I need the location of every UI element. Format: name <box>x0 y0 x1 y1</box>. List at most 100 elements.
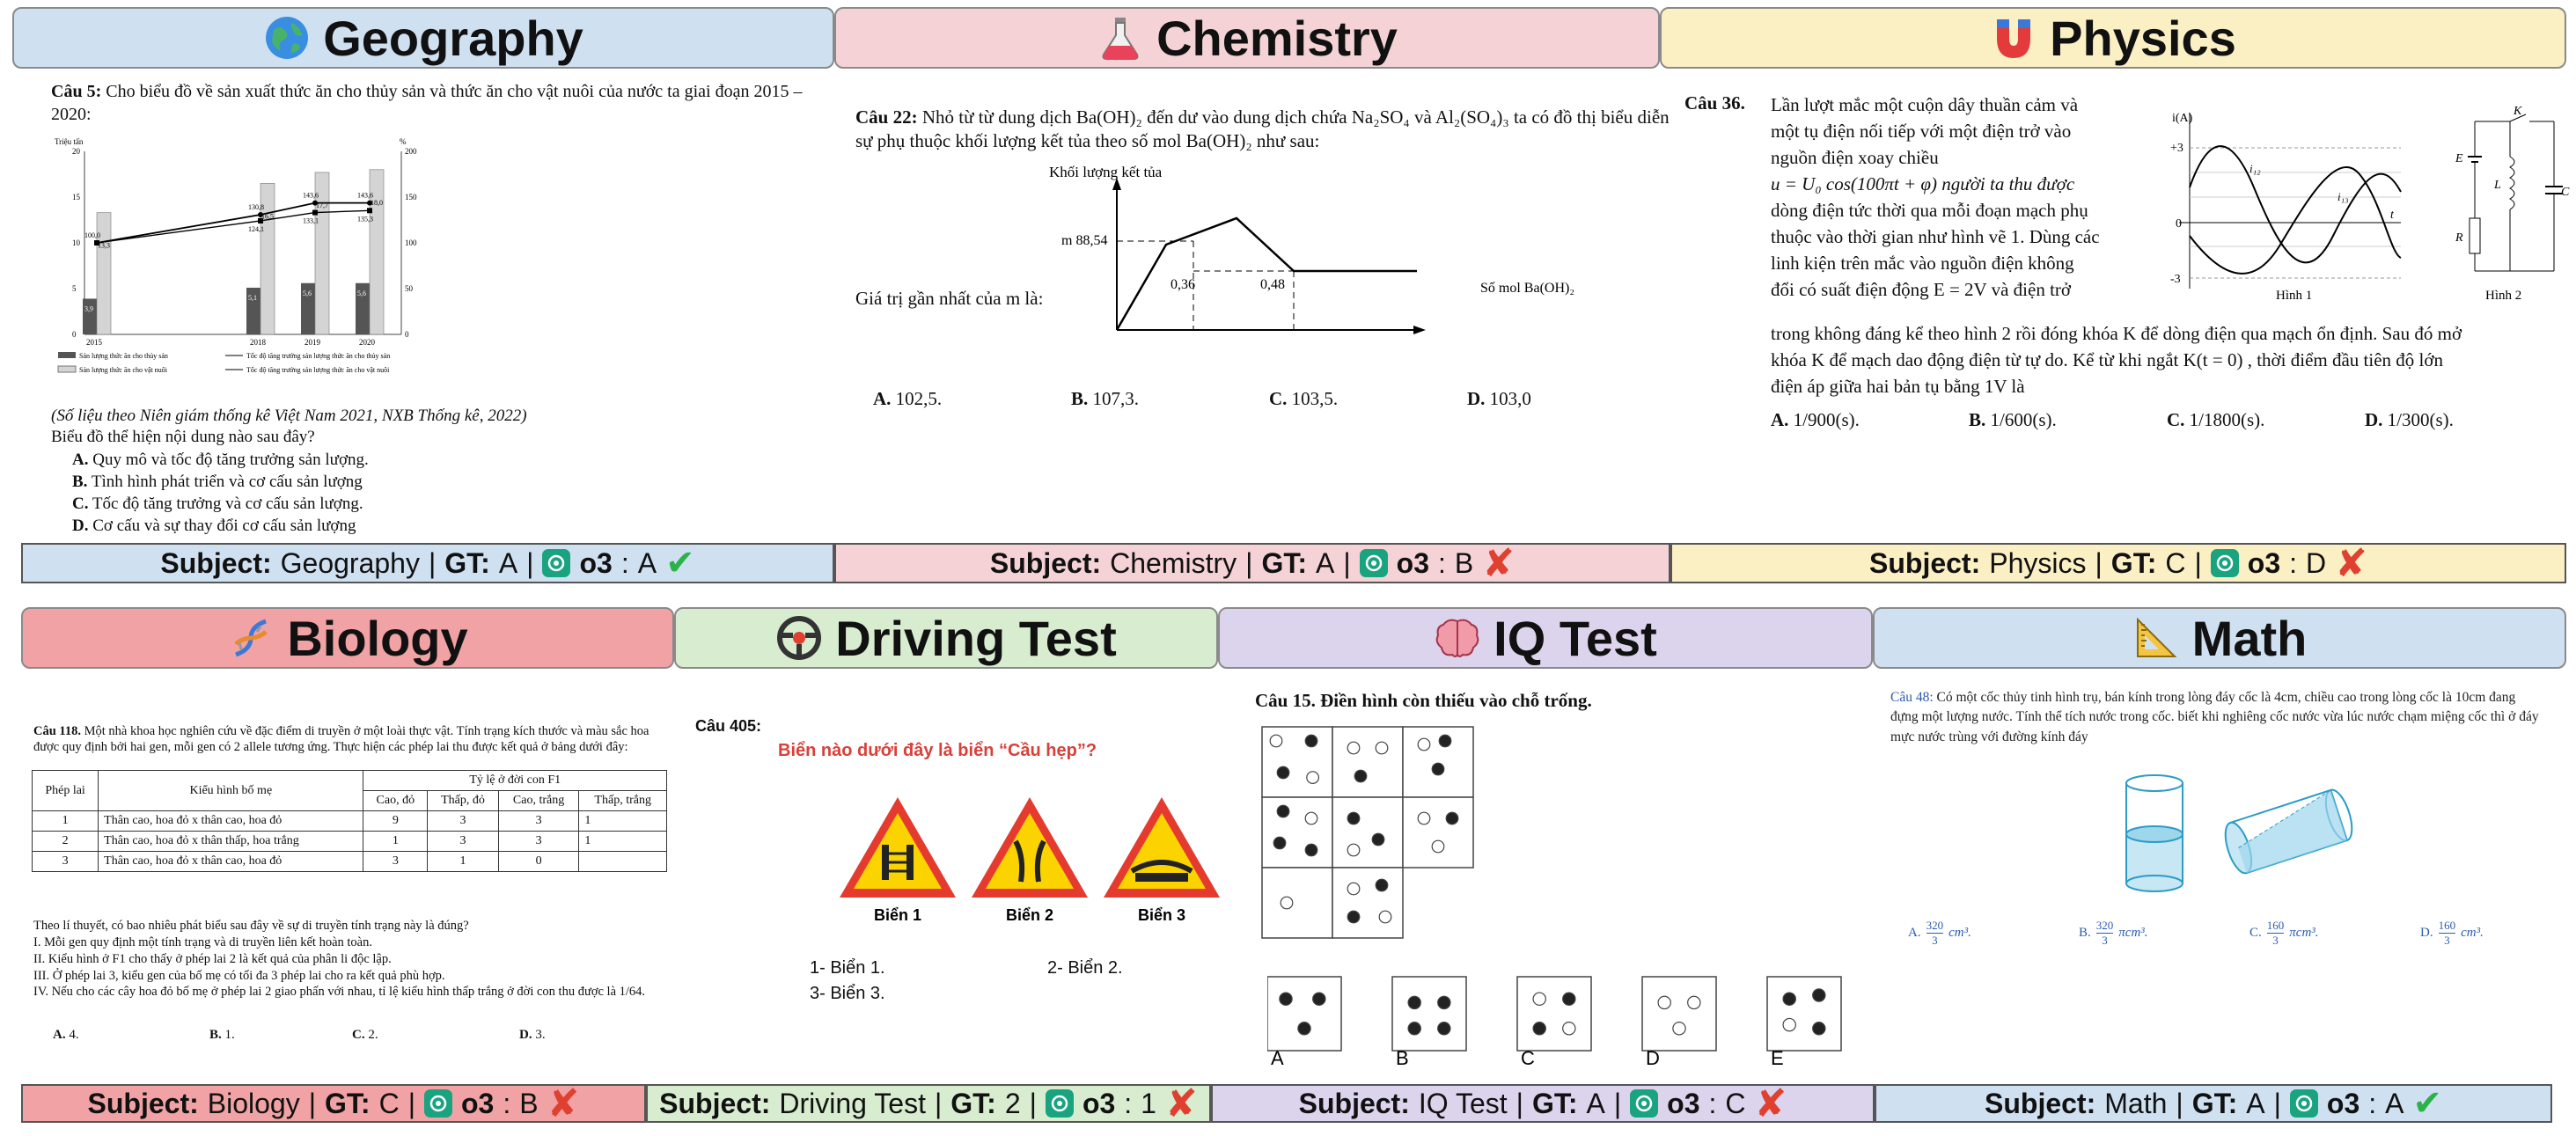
data-label: 133,1 <box>303 217 319 225</box>
iq-matrix <box>1261 726 1474 939</box>
chemistry-question: Câu 22: Nhỏ từ từ dung dịch Ba(OH)₂ đến … <box>855 106 1683 153</box>
dot <box>1304 734 1318 748</box>
dot <box>1407 1022 1421 1036</box>
question-stem: Cho biểu đồ về sản xuất thức ăn cho thủy… <box>51 82 803 124</box>
iq-header: IQ Test <box>1218 607 1873 669</box>
svg-text:Hình 2: Hình 2 <box>2485 289 2521 303</box>
data-label: 143,6 <box>357 192 373 200</box>
matrix-cell <box>1332 726 1404 798</box>
graph-ylabel: Khối lượng kết tủa <box>1049 164 1163 180</box>
dot <box>1304 811 1318 825</box>
option: 1- Biển 1. <box>810 958 885 978</box>
point <box>258 211 263 217</box>
triangle-ruler-icon <box>2136 617 2177 657</box>
chemistry-title: Chemistry <box>1156 10 1398 66</box>
dot <box>1437 1022 1451 1036</box>
biology-title: Biology <box>287 610 468 666</box>
dot <box>1297 1022 1311 1036</box>
openai-logo-icon <box>2289 1089 2318 1118</box>
svg-text:i₁₃: i₁₃ <box>2337 190 2349 203</box>
dot <box>1269 734 1283 748</box>
matrix-cell <box>1332 796 1404 868</box>
openai-logo-icon <box>424 1089 452 1118</box>
data-label: 124,1 <box>248 225 264 233</box>
physics-text-narrow: Lần lượt mắc một cuộn dây thuần cảm và m… <box>1771 94 2100 300</box>
dot <box>1782 1017 1796 1032</box>
math-figure <box>2125 774 2353 892</box>
iq-choices: A B C D E <box>1267 976 1842 1068</box>
iq-result-bar: Subject: IQ Test | GT: A | o3: C ✘ <box>1211 1081 1875 1125</box>
option: D. 103,0 <box>1467 388 1531 409</box>
dot <box>1407 995 1421 1010</box>
biology-statements: Theo lí thuyết, có bao nhiêu phát biểu s… <box>33 919 646 1000</box>
dot <box>1304 843 1318 857</box>
svg-text:0: 0 <box>2176 217 2182 231</box>
option: C. 103,5. <box>1269 388 1339 409</box>
data-label: 130,8 <box>248 203 264 211</box>
driving-result-bar: Subject: Driving Test | GT: 2 | o3: 1 ✘ <box>646 1082 1211 1125</box>
narrow-road-sign-icon: Biển 1 <box>840 797 956 924</box>
tick-label: 150 <box>405 193 417 202</box>
geography-prompt: Biểu đồ thể hiện nội dung nào sau đây? <box>51 428 315 446</box>
dot <box>1672 1022 1686 1036</box>
dot <box>1276 804 1290 818</box>
matrix-cell <box>1332 867 1404 939</box>
matrix-cell <box>1402 726 1474 798</box>
steering-wheel-icon <box>777 616 822 660</box>
checkmark-icon: ✔ <box>665 544 695 583</box>
dot <box>1347 910 1361 924</box>
svg-text:E: E <box>2455 152 2463 165</box>
dot <box>1312 992 1326 1006</box>
dot <box>1782 992 1796 1006</box>
dot <box>1438 734 1452 748</box>
option: A. 1/900(s). <box>1771 409 1860 430</box>
math-options: A. 320 3 cm³. B. 320 3 πcm³. C. 160 3 πcm³.… <box>1908 919 2559 948</box>
magnet-icon <box>1997 19 2031 58</box>
choice-cell <box>1641 976 1717 1052</box>
chemistry-result-bar: Subject: Chemistry | GT: A | o3: B ✘ <box>834 542 1670 585</box>
option: A. 4. <box>53 1028 79 1042</box>
driving-label: Câu 405: <box>695 717 762 735</box>
choice-label: A <box>1271 1047 1284 1068</box>
dot <box>1812 1022 1826 1036</box>
axis-label: Triệu tấn <box>55 137 84 146</box>
svg-text:C: C <box>2561 186 2570 199</box>
cylinder-tilted-icon <box>2224 788 2353 875</box>
legend-item: Sản lượng thức ăn cho thủy sản <box>79 352 168 360</box>
choice-cell <box>1516 976 1592 1052</box>
geography-title: Geography <box>323 10 583 66</box>
legend-item: Tốc độ tăng trưởng sản lượng thức ăn cho… <box>246 352 390 360</box>
bridge-sign-icon: Biển 3 <box>1104 797 1220 924</box>
graph-x-tick: 0,36 <box>1171 277 1195 292</box>
choice-cell <box>1267 976 1342 1052</box>
question-label: Câu 22: <box>855 106 918 128</box>
subject-value: Geography <box>280 546 420 579</box>
svg-text:i(A): i(A) <box>2172 112 2193 125</box>
data-label: 5,6 <box>357 289 366 297</box>
dot <box>1280 896 1294 910</box>
point <box>312 209 318 216</box>
svg-text:Biển 2: Biển 2 <box>1006 906 1053 924</box>
biology-table: Phép lai Kiểu hình bố mẹ Tỷ lệ ở đời con… <box>31 770 667 872</box>
dot <box>1354 769 1368 783</box>
dot <box>1812 988 1826 1002</box>
point <box>367 208 372 214</box>
tick-label: 2020 <box>359 338 376 347</box>
openai-logo-icon <box>1359 549 1388 577</box>
geography-chart: Triệu tấn %051015200501001502003,913,3201… <box>55 137 417 374</box>
question-stem: Nhỏ từ từ dung dịch Ba(OH)₂ đến dư vào d… <box>855 106 1670 151</box>
matrix-cell <box>1402 796 1474 868</box>
legend-swatch <box>57 365 77 373</box>
choice-label: D <box>1646 1047 1660 1068</box>
svg-text:L: L <box>2493 179 2501 192</box>
checkmark-icon: ✔ <box>2412 1084 2442 1123</box>
geography-options: A. Quy mô và tốc độ tăng trưởng sản lượn… <box>72 449 369 537</box>
dot <box>1532 1022 1546 1036</box>
cross-icon: ✘ <box>1754 1081 1787 1125</box>
geography-source: (Số liệu theo Niên giám thống kê Việt Na… <box>51 407 527 425</box>
biology-options: A. 4. B. 1. C. 2. D. 3. <box>53 1028 669 1043</box>
data-label: 5,1 <box>248 294 257 302</box>
math-question: Câu 48: Có một cốc thủy tinh hình trụ, b… <box>1890 690 2539 744</box>
iq-title: IQ Test <box>1493 610 1657 666</box>
physics-text-full: trong không đáng kể theo hình 2 rồi đóng… <box>1771 323 2462 397</box>
